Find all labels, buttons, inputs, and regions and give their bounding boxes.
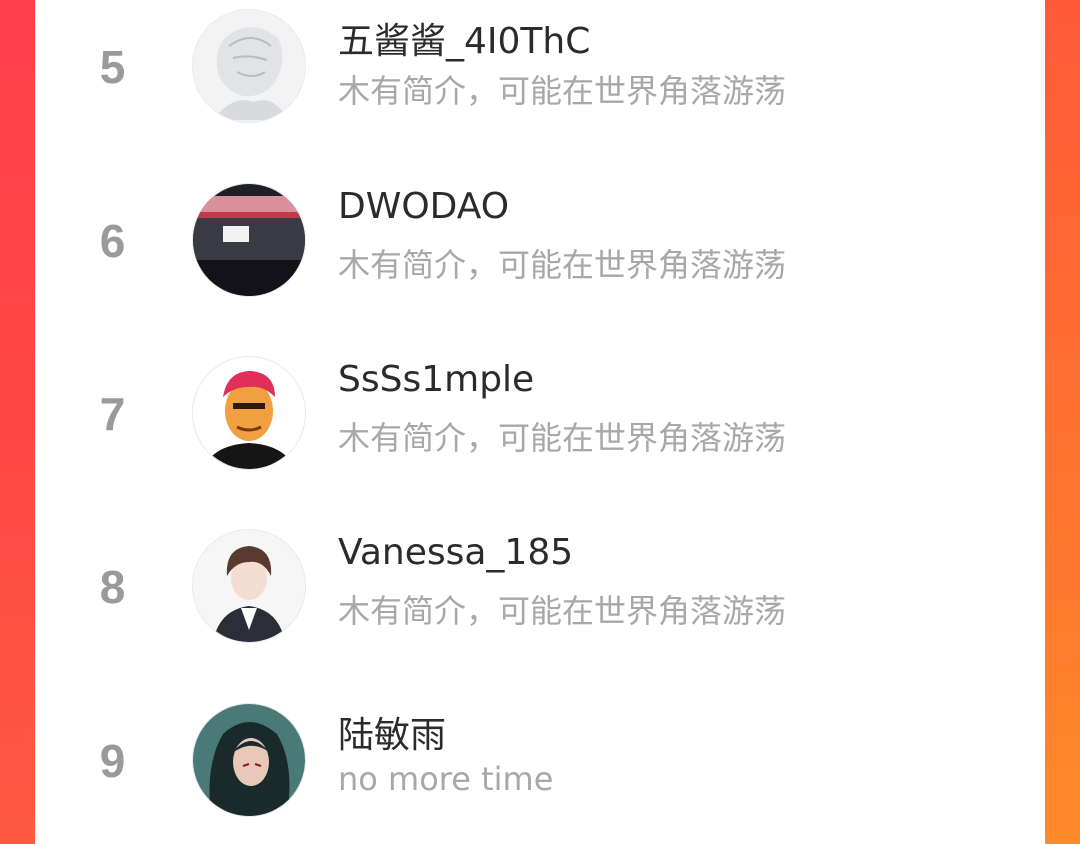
user-name[interactable]: Vanessa_185 — [338, 532, 573, 573]
anime-long-hair-avatar-icon — [193, 704, 305, 816]
list-item[interactable]: 8 Vanessa_185 木有简介，可能在世界角落游荡 — [35, 520, 1045, 670]
user-bio: no more time — [338, 760, 554, 798]
user-bio: 木有简介，可能在世界角落游荡 — [338, 246, 787, 284]
user-name[interactable]: 陆敏雨 — [338, 706, 446, 758]
background-left-edge — [0, 0, 35, 844]
avatar[interactable] — [193, 704, 305, 816]
anime-sketch-avatar-icon — [193, 10, 305, 122]
avatar[interactable] — [193, 357, 305, 469]
list-item[interactable]: 7 SsSs1mple 木有简介，可能在世界角落游荡 — [35, 347, 1045, 497]
avatar[interactable] — [193, 530, 305, 642]
background-right-edge — [1045, 0, 1080, 844]
bus-photo-avatar-icon — [193, 184, 305, 296]
avatar[interactable] — [193, 10, 305, 122]
user-name[interactable]: SsSs1mple — [338, 359, 534, 400]
rank-number: 7 — [99, 388, 126, 440]
red-hair-man-avatar-icon — [193, 357, 305, 469]
rank-number: 8 — [99, 561, 126, 613]
rank-number: 5 — [99, 41, 126, 93]
list-item[interactable]: 5 五酱酱_4I0ThC 木有简介，可能在世界角落游荡 — [35, 0, 1045, 150]
user-name[interactable]: DWODAO — [338, 186, 509, 227]
rank-number: 9 — [99, 735, 126, 787]
user-bio: 木有简介，可能在世界角落游荡 — [338, 419, 787, 457]
anime-boy-suit-avatar-icon — [193, 530, 305, 642]
list-item[interactable]: 9 陆敏雨 no more time — [35, 694, 1045, 844]
user-ranking-list: 5 五酱酱_4I0ThC 木有简介，可能在世界角落游荡 6 DWODAO 木有简… — [35, 0, 1045, 844]
user-bio: 木有简介，可能在世界角落游荡 — [338, 72, 787, 110]
list-item[interactable]: 6 DWODAO 木有简介，可能在世界角落游荡 — [35, 174, 1045, 324]
user-bio: 木有简介，可能在世界角落游荡 — [338, 592, 787, 630]
rank-number: 6 — [99, 215, 126, 267]
user-name[interactable]: 五酱酱_4I0ThC — [338, 12, 590, 64]
avatar[interactable] — [193, 184, 305, 296]
